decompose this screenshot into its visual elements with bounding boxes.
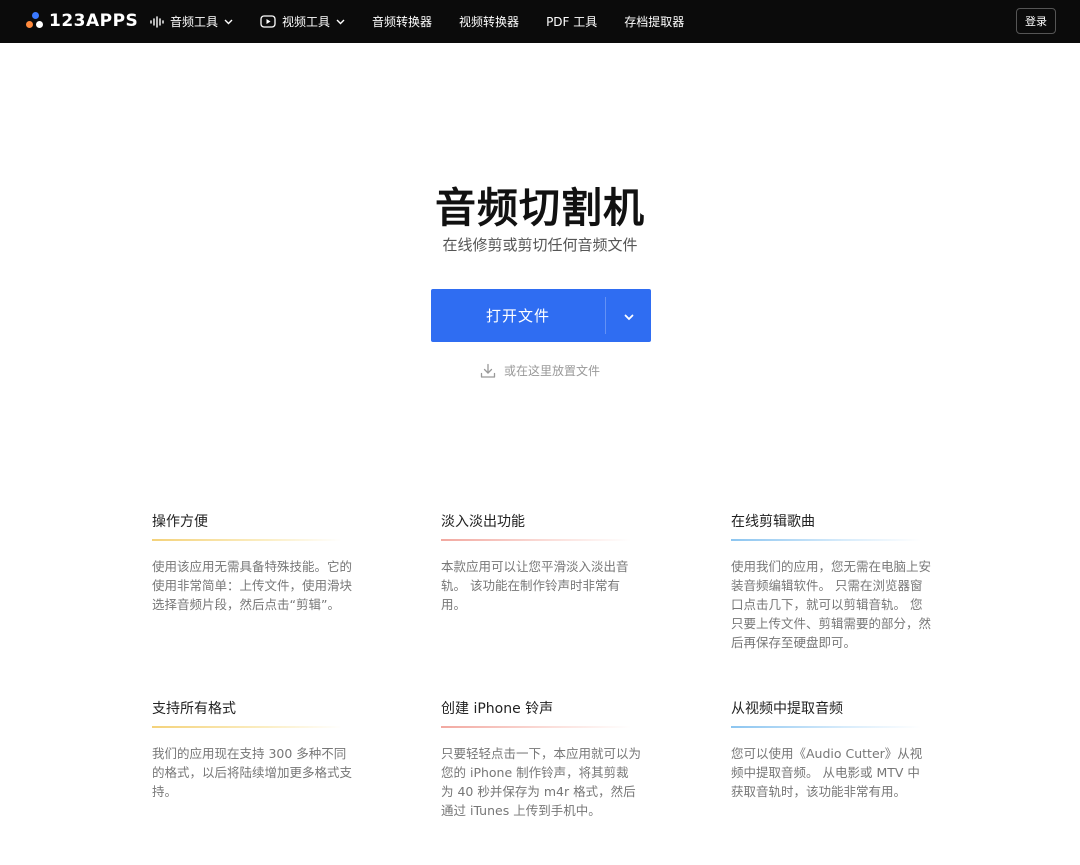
- feature-title: 在线剪辑歌曲: [731, 514, 815, 530]
- drop-hint-text: 或在这里放置文件: [503, 364, 600, 378]
- feature-title: 操作方便: [152, 514, 208, 530]
- feature-title: 淡入淡出功能: [441, 514, 525, 530]
- page-subtitle: 在线修剪或剪切任何音频文件: [442, 236, 638, 254]
- feature-underline: [152, 539, 342, 541]
- feature-text: 本款应用可以让您平滑淡入淡出音轨。 该功能在制作铃声时非常有用。: [441, 559, 629, 612]
- login-button[interactable]: 登录: [1016, 8, 1056, 34]
- nav-video-converter[interactable]: 视频转换器: [459, 13, 519, 30]
- main-nav: 音频工具 视频工具 音频转换器 视频转换器 PDF 工具 存档提取器: [150, 0, 711, 43]
- top-navigation-bar: 123APPS 音频工具 视频工具 音频转换器 视频转换器 PDF 工具 存档提…: [0, 0, 1080, 43]
- feature-all-formats: 支持所有格式 我们的应用现在支持 300 多种不同的格式，以后将陆续增加更多格式…: [152, 698, 352, 801]
- feature-underline: [152, 726, 342, 728]
- feature-online-cut: 在线剪辑歌曲 使用我们的应用，您无需在电脑上安装音频编辑软件。 只需在浏览器窗口…: [731, 511, 931, 652]
- nav-audio-tools-label: 音频工具: [170, 15, 219, 29]
- open-file-button-group: 打开文件: [431, 289, 651, 342]
- download-icon: [480, 363, 496, 379]
- open-file-button[interactable]: 打开文件: [431, 289, 605, 342]
- chevron-down-icon: [624, 306, 634, 325]
- nav-pdf-tools[interactable]: PDF 工具: [546, 13, 597, 30]
- page-title: 音频切割机: [435, 184, 645, 232]
- nav-audio-converter[interactable]: 音频转换器: [372, 13, 432, 30]
- feature-title: 从视频中提取音频: [731, 701, 843, 717]
- chevron-down-icon: [224, 19, 233, 25]
- nav-archive-extractor[interactable]: 存档提取器: [624, 13, 684, 30]
- feature-underline: [441, 539, 631, 541]
- feature-underline: [731, 726, 921, 728]
- drop-zone-hint[interactable]: 或在这里放置文件: [0, 362, 1080, 379]
- feature-extract-audio: 从视频中提取音频 您可以使用《Audio Cutter》从视频中提取音频。 从电…: [731, 698, 931, 801]
- logo[interactable]: 123APPS: [25, 10, 138, 32]
- chevron-down-icon: [336, 19, 345, 25]
- feature-title: 支持所有格式: [152, 701, 236, 717]
- feature-fade: 淡入淡出功能 本款应用可以让您平滑淡入淡出音轨。 该功能在制作铃声时非常有用。: [441, 511, 641, 614]
- audio-wave-icon: [150, 15, 164, 28]
- feature-title: 创建 iPhone 铃声: [441, 701, 554, 717]
- feature-easy-to-use: 操作方便 使用该应用无需具备特殊技能。它的使用非常简单：上传文件，使用滑块选择音…: [152, 511, 352, 614]
- feature-text: 您可以使用《Audio Cutter》从视频中提取音频。 从电影或 MTV 中获…: [731, 746, 923, 799]
- logo-dots-icon: [25, 11, 45, 31]
- logo-text: 123APPS: [49, 11, 139, 31]
- feature-underline: [441, 726, 631, 728]
- feature-text: 只要轻轻点击一下，本应用就可以为您的 iPhone 制作铃声，将其剪裁为 40 …: [441, 746, 642, 818]
- feature-text: 使用我们的应用，您无需在电脑上安装音频编辑软件。 只需在浏览器窗口点击几下，就可…: [731, 559, 932, 650]
- nav-audio-tools[interactable]: 音频工具: [150, 13, 233, 30]
- nav-video-tools[interactable]: 视频工具: [260, 13, 345, 30]
- nav-video-tools-label: 视频工具: [282, 15, 331, 29]
- feature-text: 我们的应用现在支持 300 多种不同的格式，以后将陆续增加更多格式支持。: [152, 746, 353, 799]
- open-file-dropdown-button[interactable]: [606, 289, 651, 342]
- video-play-icon: [260, 15, 276, 28]
- feature-underline: [731, 539, 921, 541]
- feature-iphone-ringtone: 创建 iPhone 铃声 只要轻轻点击一下，本应用就可以为您的 iPhone 制…: [441, 698, 641, 820]
- feature-text: 使用该应用无需具备特殊技能。它的使用非常简单：上传文件，使用滑块选择音频片段，然…: [152, 559, 353, 612]
